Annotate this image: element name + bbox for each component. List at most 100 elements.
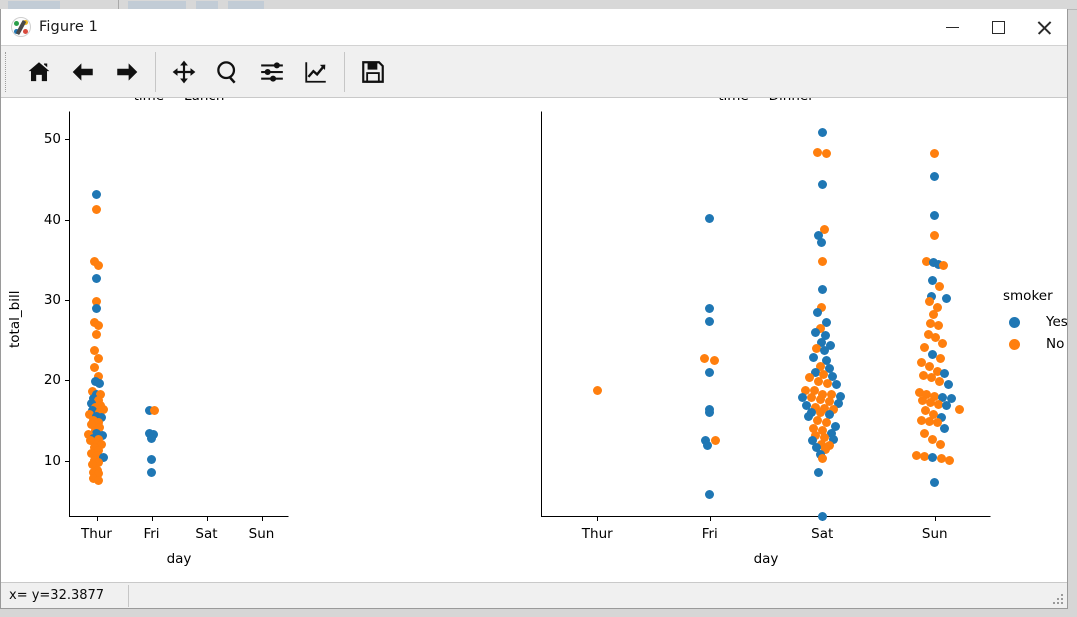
magnifier-icon	[217, 60, 236, 83]
zoom-button[interactable]	[206, 50, 250, 94]
data-point	[808, 353, 818, 363]
data-point	[817, 285, 827, 295]
sliders-icon	[261, 61, 283, 82]
data-point	[93, 260, 103, 270]
legend-marker	[1009, 316, 1020, 328]
legend-marker	[1009, 338, 1020, 350]
maximize-icon	[991, 21, 1005, 34]
data-point	[709, 355, 719, 365]
edit-axis-button[interactable]	[294, 50, 338, 94]
y-tick-label: 50	[43, 131, 61, 148]
data-point	[924, 296, 934, 306]
x-tick-label: Sun	[248, 526, 275, 542]
figure-window: Figure 1 10 20 30 40 50 total_bill Thur …	[0, 9, 1068, 609]
bg-fragment	[228, 1, 264, 9]
x-tick-label: Thur	[581, 526, 613, 542]
data-point	[93, 476, 103, 486]
data-point	[92, 329, 101, 339]
forward-button[interactable]	[105, 50, 149, 94]
data-point	[817, 511, 827, 521]
panel-title-dinner: time = Dinner	[541, 98, 991, 104]
data-point	[147, 467, 156, 477]
x-tick-label: Sat	[811, 526, 834, 542]
minimize-icon	[945, 26, 959, 29]
title-bar: Figure 1	[1, 9, 1067, 46]
x-tick-mark	[934, 517, 936, 521]
home-button[interactable]	[17, 50, 61, 94]
x-tick-mark	[261, 517, 263, 521]
y-tick-label: 10	[43, 452, 61, 469]
y-tick-mark	[65, 460, 69, 462]
y-tick-label: 30	[43, 291, 61, 308]
y-tick-mark	[65, 299, 69, 302]
data-point	[816, 237, 826, 247]
data-point	[94, 378, 104, 388]
pan-button[interactable]	[162, 50, 206, 94]
back-button[interactable]	[61, 50, 105, 94]
arrow-left-icon	[72, 62, 93, 81]
data-point	[935, 439, 945, 449]
legend-entry-no[interactable]: No	[1001, 333, 1067, 355]
data-point	[823, 378, 833, 388]
resize-grip[interactable]	[1051, 592, 1065, 606]
data-point	[935, 353, 945, 363]
home-icon	[28, 61, 50, 81]
legend-entry-yes[interactable]: Yes	[1001, 311, 1067, 333]
legend-title: smoker	[1003, 288, 1053, 304]
configure-subplots-button[interactable]	[250, 50, 294, 94]
data-point	[149, 406, 159, 416]
data-point	[940, 423, 950, 433]
data-point	[93, 320, 103, 330]
data-point	[930, 230, 940, 240]
data-point	[89, 363, 99, 373]
bg-fragment	[196, 1, 218, 9]
x-axis-label: day	[753, 551, 779, 567]
data-point	[940, 368, 950, 378]
data-point	[817, 256, 827, 266]
data-point	[941, 294, 951, 304]
x-tick-label: Fri	[701, 526, 718, 542]
x-tick-mark	[96, 517, 98, 521]
matplotlib-logo-icon	[11, 17, 31, 37]
data-point	[943, 379, 953, 389]
data-point	[944, 455, 954, 465]
data-point	[817, 453, 827, 463]
data-point	[934, 377, 944, 387]
y-tick-mark	[65, 139, 69, 141]
data-point	[699, 353, 709, 363]
window-title: Figure 1	[39, 19, 98, 35]
data-point	[705, 367, 715, 377]
data-point	[822, 148, 832, 158]
floppy-disk-icon	[362, 60, 384, 83]
toolbar-separator	[155, 51, 156, 92]
data-point	[92, 190, 101, 200]
close-icon	[1037, 20, 1052, 35]
data-point	[93, 353, 103, 363]
data-point	[817, 128, 827, 138]
data-point	[933, 320, 943, 330]
navigation-toolbar	[1, 46, 1067, 98]
data-point	[92, 303, 101, 313]
close-button[interactable]	[1021, 9, 1067, 46]
toolbar-separator	[344, 51, 345, 92]
window-controls	[929, 9, 1067, 46]
data-point	[92, 273, 101, 283]
move-arrows-icon	[172, 60, 196, 83]
y-tick-label: 40	[43, 211, 61, 228]
panel-title-lunch: time = Lunch	[69, 98, 289, 104]
legend: smoker Yes No	[1001, 288, 1067, 355]
bg-fragment	[128, 1, 186, 9]
minimize-button[interactable]	[929, 9, 975, 46]
data-point	[592, 385, 602, 395]
save-button[interactable]	[351, 50, 395, 94]
figure-canvas[interactable]: time = Lunch 10 20 30 40 50 total_bill Thur Fri S…	[1, 98, 1067, 582]
x-tick-mark	[709, 517, 711, 521]
x-tick-mark	[597, 517, 599, 521]
toolbar-drag-handle[interactable]	[5, 51, 12, 92]
data-point	[705, 303, 715, 313]
legend-label: No	[1046, 336, 1065, 352]
data-point	[705, 213, 715, 223]
maximize-button[interactable]	[975, 9, 1021, 46]
x-tick-label: Sun	[921, 526, 948, 542]
data-point	[941, 401, 951, 411]
